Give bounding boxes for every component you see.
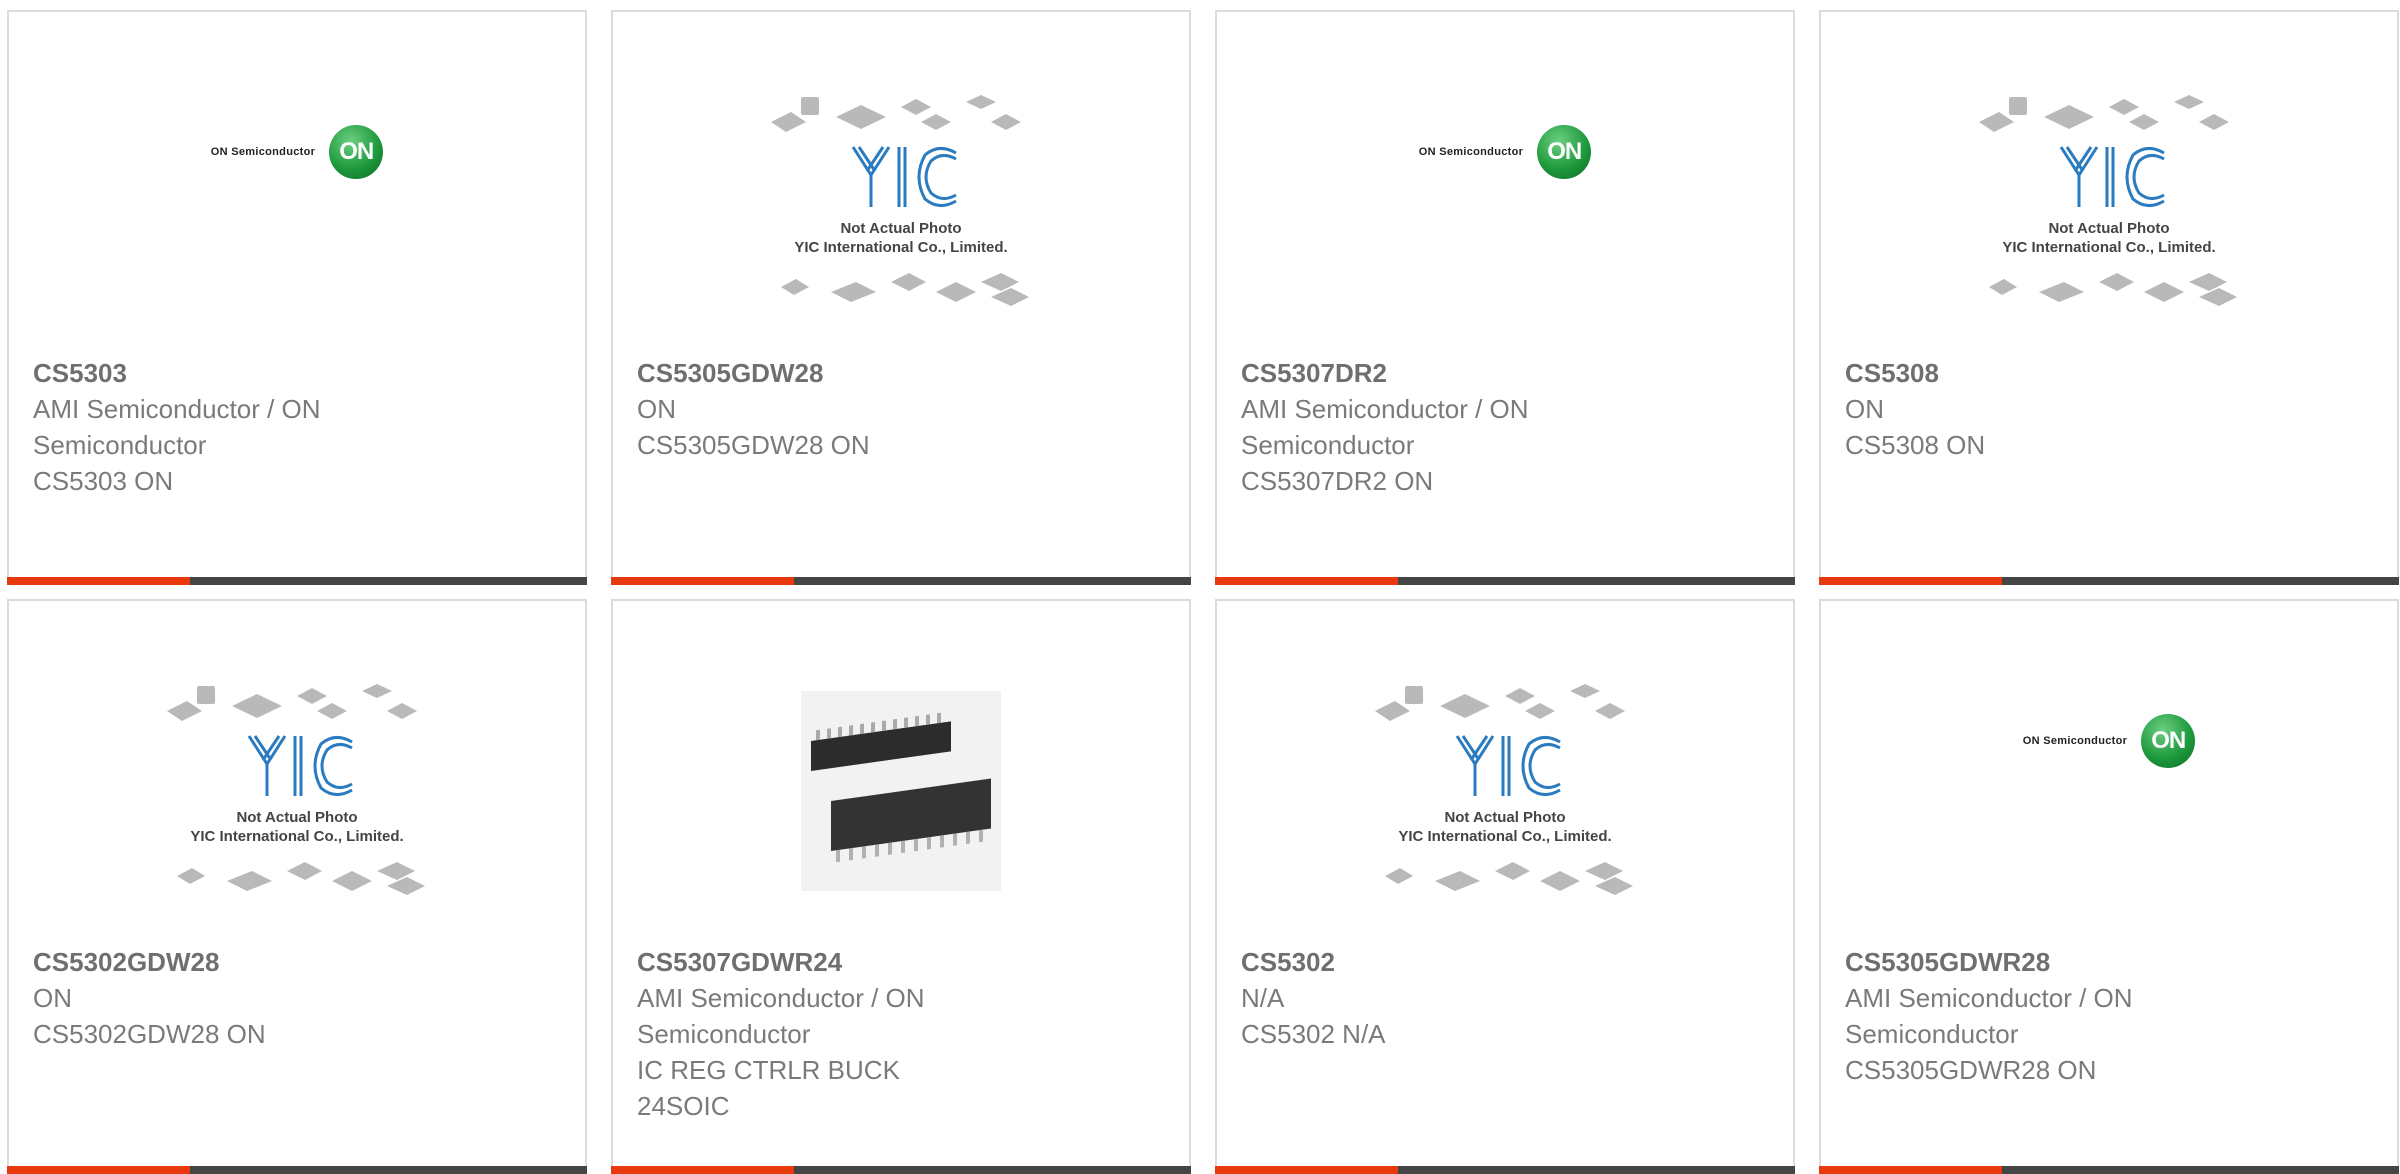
svg-text:Not Actual Photo: Not Actual Photo bbox=[2048, 220, 2169, 237]
manufacturer: AMI Semiconductor / ON Semiconductor bbox=[1845, 983, 2133, 1049]
product-image[interactable]: ON Semiconductor ON bbox=[1217, 62, 1793, 342]
yic-placeholder-image: Not Actual Photo YIC International Co., … bbox=[1979, 95, 2237, 306]
product-card[interactable]: ON Semiconductor ON CS5303 AMI Semicondu… bbox=[7, 10, 587, 585]
part-number-link[interactable]: CS5305GDWR28 bbox=[1845, 944, 2185, 980]
product-card[interactable]: Not Actual Photo YIC International Co., … bbox=[1819, 10, 2399, 585]
card-bottom-bar bbox=[7, 1166, 587, 1174]
product-image[interactable]: Not Actual Photo YIC International Co., … bbox=[613, 62, 1189, 342]
product-image[interactable]: ON Semiconductor ON bbox=[9, 62, 585, 342]
part-number-link[interactable]: CS5307DR2 bbox=[1241, 355, 1581, 391]
description: CS5308 ON bbox=[1845, 430, 1986, 460]
description: CS5305GDWR28 ON bbox=[1845, 1055, 2097, 1085]
manufacturer: ON bbox=[637, 394, 676, 424]
product-card[interactable]: ON Semiconductor ON CS5305GDWR28 AMI Sem… bbox=[1819, 599, 2399, 1174]
on-semiconductor-logo: ON Semiconductor ON bbox=[2023, 714, 2196, 768]
description: CS5302GDW28 ON bbox=[33, 1019, 266, 1049]
yic-placeholder-image: Not Actual Photo YIC International Co., … bbox=[1375, 684, 1633, 895]
on-semiconductor-logo: ON Semiconductor ON bbox=[1419, 125, 1592, 179]
product-image[interactable]: ON Semiconductor ON bbox=[1821, 651, 2397, 931]
manufacturer: ON bbox=[33, 983, 72, 1013]
soic-chip-photo bbox=[801, 691, 1001, 891]
product-card[interactable]: Not Actual Photo YIC International Co., … bbox=[7, 599, 587, 1174]
svg-text:YIC International Co., Limited: YIC International Co., Limited. bbox=[2002, 239, 2215, 256]
card-bottom-bar bbox=[1819, 1166, 2399, 1174]
product-image[interactable]: Not Actual Photo YIC International Co., … bbox=[1821, 62, 2397, 342]
part-number-link[interactable]: CS5307GDWR24 bbox=[637, 944, 977, 980]
card-bottom-bar bbox=[7, 577, 587, 585]
card-bottom-bar bbox=[1215, 577, 1795, 585]
part-number-link[interactable]: CS5308 bbox=[1845, 355, 2185, 391]
card-bottom-bar bbox=[611, 577, 1191, 585]
part-number-link[interactable]: CS5303 bbox=[33, 355, 373, 391]
product-card[interactable]: ON Semiconductor ON CS5307DR2 AMI Semico… bbox=[1215, 10, 1795, 585]
svg-text:Not Actual Photo: Not Actual Photo bbox=[1444, 809, 1565, 826]
card-bottom-bar bbox=[1215, 1166, 1795, 1174]
product-image[interactable]: Not Actual Photo YIC International Co., … bbox=[1217, 651, 1793, 931]
product-card[interactable]: Not Actual Photo YIC International Co., … bbox=[1215, 599, 1795, 1174]
manufacturer: AMI Semiconductor / ON Semiconductor bbox=[637, 983, 925, 1049]
svg-text:Not Actual Photo: Not Actual Photo bbox=[236, 809, 357, 826]
product-image[interactable]: Not Actual Photo YIC International Co., … bbox=[9, 651, 585, 931]
description: CS5305GDW28 ON bbox=[637, 430, 870, 460]
part-number-link[interactable]: CS5302 bbox=[1241, 944, 1581, 980]
yic-placeholder-image: Not Actual Photo YIC International Co., … bbox=[167, 684, 425, 895]
svg-text:YIC International Co., Limited: YIC International Co., Limited. bbox=[190, 828, 403, 845]
svg-text:YIC International Co., Limited: YIC International Co., Limited. bbox=[1398, 828, 1611, 845]
part-number-link[interactable]: CS5305GDW28 bbox=[637, 355, 977, 391]
description: CS5307DR2 ON bbox=[1241, 466, 1434, 496]
card-bottom-bar bbox=[1819, 577, 2399, 585]
product-card[interactable]: CS5307GDWR24 AMI Semiconductor / ON Semi… bbox=[611, 599, 1191, 1174]
manufacturer: AMI Semiconductor / ON Semiconductor bbox=[33, 394, 321, 460]
on-semiconductor-logo: ON Semiconductor ON bbox=[211, 125, 384, 179]
description: IC REG CTRLR BUCK 24SOIC bbox=[637, 1055, 900, 1121]
manufacturer: ON bbox=[1845, 394, 1884, 424]
part-number-link[interactable]: CS5302GDW28 bbox=[33, 944, 373, 980]
manufacturer: AMI Semiconductor / ON Semiconductor bbox=[1241, 394, 1529, 460]
card-bottom-bar bbox=[611, 1166, 1191, 1174]
product-grid: ON Semiconductor ON CS5303 AMI Semicondu… bbox=[7, 10, 2400, 1174]
description: CS5303 ON bbox=[33, 466, 174, 496]
product-card[interactable]: Not Actual Photo YIC International Co., … bbox=[611, 10, 1191, 585]
manufacturer: N/A bbox=[1241, 983, 1285, 1013]
description: CS5302 N/A bbox=[1241, 1019, 1386, 1049]
product-image[interactable] bbox=[613, 651, 1189, 931]
svg-text:YIC International Co., Limited: YIC International Co., Limited. bbox=[794, 239, 1007, 256]
svg-text:Not Actual Photo: Not Actual Photo bbox=[840, 220, 961, 237]
yic-placeholder-image: Not Actual Photo YIC International Co., … bbox=[771, 95, 1029, 306]
